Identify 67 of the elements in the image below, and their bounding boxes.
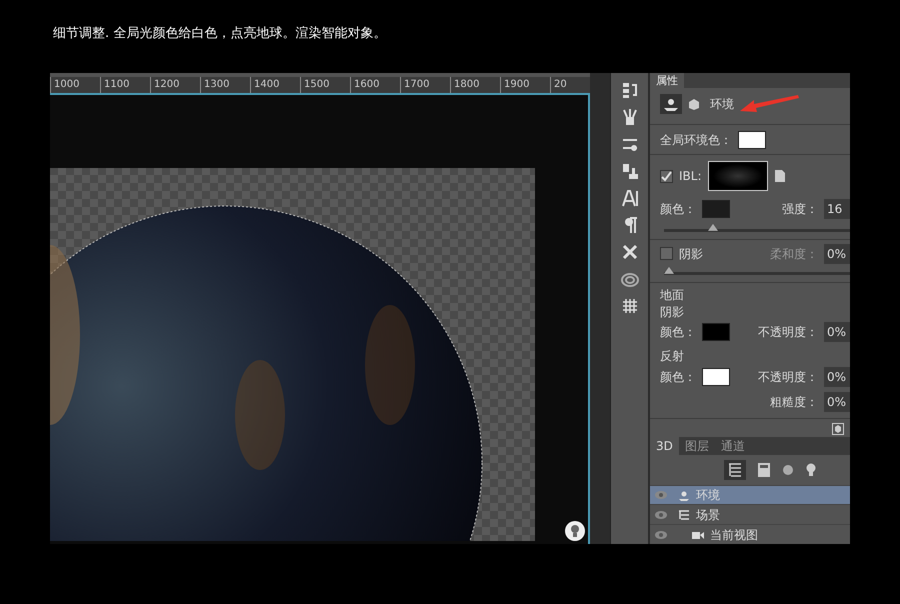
ruler-label: 1400 — [250, 77, 300, 93]
color-swatch[interactable] — [702, 322, 730, 341]
color-swatch[interactable] — [738, 130, 766, 149]
arrow-icon — [740, 94, 800, 114]
tools-icon[interactable] — [620, 243, 638, 261]
scene-icon — [678, 508, 690, 521]
slider-track[interactable] — [664, 266, 850, 276]
character-icon[interactable] — [620, 189, 638, 207]
section-label: 反射 — [660, 348, 684, 366]
layer-name: 当前视图 — [710, 526, 758, 544]
layer-row[interactable]: 当前视图 — [650, 524, 850, 544]
scene-icon[interactable] — [724, 460, 746, 480]
field-label: 颜色： — [660, 201, 696, 218]
history-icon[interactable] — [620, 81, 638, 99]
number-field[interactable]: 0% — [824, 322, 850, 342]
layer-name: 场景 — [696, 506, 720, 524]
field-label: 粗糙度： — [770, 394, 818, 411]
light-bulb-icon[interactable] — [565, 521, 585, 541]
cube-icon[interactable] — [832, 422, 844, 435]
panel-tab[interactable]: 3D — [650, 436, 679, 455]
number-field[interactable]: 0% — [824, 244, 850, 264]
panel-title: 环境 — [710, 96, 734, 113]
grid-icon[interactable] — [620, 297, 638, 315]
ruler-label: 1100 — [100, 77, 150, 93]
field-label: IBL: — [679, 168, 702, 186]
document-icon[interactable] — [774, 169, 786, 184]
number-field[interactable]: 0% — [824, 392, 850, 412]
calculator-icon[interactable] — [758, 462, 770, 477]
field-label: 全局环境色： — [660, 132, 732, 149]
layer-name: 环境 — [696, 486, 720, 504]
checkbox[interactable] — [660, 247, 673, 260]
ibl-preview[interactable] — [708, 161, 768, 192]
number-field[interactable]: 0% — [824, 367, 850, 388]
ruler-label: 1300 — [200, 77, 250, 93]
field-label: 颜色： — [660, 369, 696, 386]
ruler-label: 1000 — [50, 77, 100, 93]
layer-row[interactable]: 场景 — [650, 504, 850, 524]
field-label: 不透明度： — [758, 324, 818, 341]
slider-thumb[interactable] — [664, 266, 674, 274]
ruler-label: 1800 — [450, 77, 500, 93]
ruler-label: 1500 — [300, 77, 350, 93]
field-label: 阴影 — [679, 246, 703, 263]
caption-text: 细节调整. 全局光颜色给白色，点亮地球。渲染智能对象。 — [52, 25, 388, 43]
ruler-label: 20 — [550, 77, 590, 93]
section-label: 地面 — [660, 287, 684, 304]
field-label: 颜色： — [660, 324, 696, 341]
brushes-icon[interactable] — [620, 108, 638, 126]
panel-tab[interactable]: 属性 — [650, 73, 684, 88]
environment-icon — [678, 488, 690, 501]
color-swatch[interactable] — [702, 368, 730, 386]
panel-tab[interactable]: 通道 — [714, 436, 751, 455]
field-label: 强度： — [782, 201, 818, 218]
slider-thumb[interactable] — [708, 224, 718, 231]
number-field[interactable]: 16 — [824, 199, 850, 220]
ruler-label: 1700 — [400, 77, 450, 93]
field-label: 柔和度： — [770, 246, 818, 263]
ruler-label: 1900 — [500, 77, 550, 93]
section-label: 阴影 — [660, 304, 684, 322]
material-icon[interactable] — [782, 464, 794, 476]
panel-tab[interactable]: 图层 — [678, 436, 715, 455]
checkbox[interactable] — [660, 170, 673, 183]
ruler-label: 1600 — [350, 77, 400, 93]
clone-source-icon[interactable] — [620, 162, 638, 180]
color-swatch[interactable] — [702, 200, 730, 218]
environment-icon[interactable] — [660, 94, 682, 114]
field-label: 不透明度： — [758, 369, 818, 386]
ruler-label: 1200 — [150, 77, 200, 93]
